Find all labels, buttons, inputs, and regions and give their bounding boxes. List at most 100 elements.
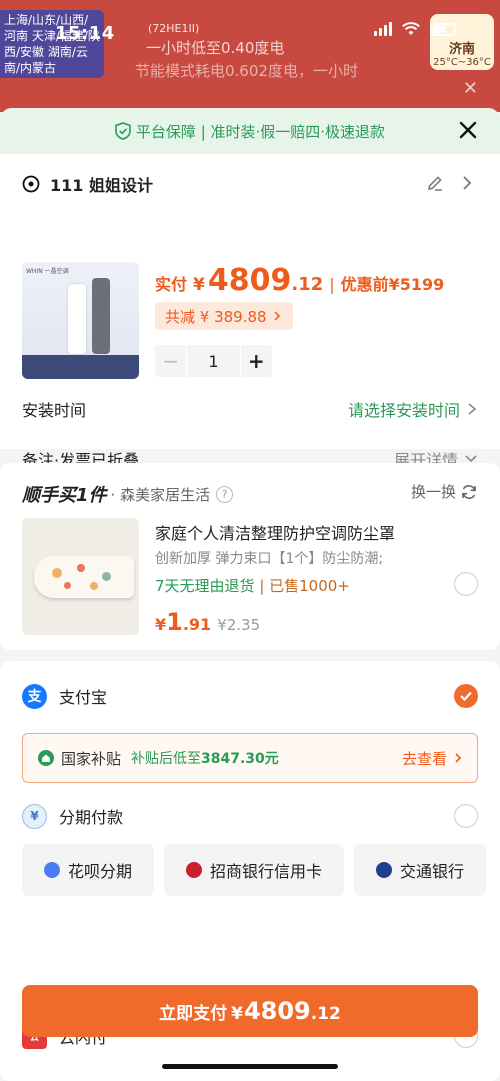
swap-button[interactable]: 换一换	[411, 481, 478, 502]
subsidy-desc-text: 补贴后低至	[131, 751, 202, 767]
installment-radio[interactable]	[454, 804, 478, 828]
promo-city: 济南	[448, 42, 475, 57]
addon-card: 顺手买1件 · 森美家居生活 ? 换一换 家庭个人清洁整理防护空调防尘罩 创新加…	[0, 463, 500, 650]
promo-regions: 上海/山东/山西/河南 天津/福建/陕西/安徽 湖南/云南/内蒙古	[0, 10, 104, 78]
install-time-label: 安装时间	[22, 401, 87, 420]
product-image-brand: WHIN 一晶空调	[26, 268, 69, 275]
chevron-right-icon	[468, 403, 477, 415]
national-subsidy-banner[interactable]: 国家补贴 补贴后低至3847.30元 去查看	[22, 733, 478, 783]
addon-price-decimal: .91	[182, 615, 212, 634]
pay-now-integer: 4809	[243, 997, 311, 1025]
increase-button[interactable]: +	[240, 345, 272, 377]
status-time: 15:14	[55, 23, 115, 44]
pay-now-decimal: .12	[310, 1004, 341, 1024]
pay-now-button[interactable]: 立即支付 ¥ 4809 .12	[22, 985, 478, 1037]
install-time-row[interactable]: 安装时间 请选择安装时间	[22, 397, 478, 421]
installment-chips: 花呗分期 招商银行信用卡 交通银行	[22, 844, 487, 896]
chevron-right-icon	[455, 753, 462, 763]
addon-price-integer: 1	[166, 608, 183, 636]
addon-item-tags: 7天无理由退货 | 已售1000+	[155, 575, 350, 596]
addon-price: ¥ 1 .91 ¥2.35	[155, 608, 260, 636]
shield-icon	[115, 122, 131, 140]
checkout-sheet: 平台保障 | 准时装·假一赔四·极速退款 111 姐姐设计 WHIN 一晶空调 …	[0, 108, 500, 1081]
saving-text: 共减 ¥ 389.88	[165, 307, 267, 326]
addon-title: 顺手买1件	[22, 485, 107, 506]
product-image-unit-gray	[92, 278, 110, 354]
alipay-radio-checked[interactable]	[454, 684, 478, 708]
dust-cover-shape	[34, 556, 134, 598]
pattern-dot	[52, 568, 62, 578]
promo-line1: 一小时低至0.40度电	[146, 39, 285, 57]
chip-cmb[interactable]: 招商银行信用卡	[164, 844, 345, 896]
promo-temp: 25°C~36°C	[433, 57, 491, 68]
pattern-dot	[102, 572, 111, 581]
chip-huabei-label: 花呗分期	[68, 862, 133, 881]
refresh-icon	[462, 484, 476, 499]
cmb-icon	[186, 862, 203, 878]
installment-icon: ¥	[22, 803, 47, 829]
subsidy-icon	[38, 750, 54, 766]
product-image[interactable]: WHIN 一晶空调	[22, 262, 139, 379]
home-indicator	[162, 1064, 338, 1069]
product-image-strip	[22, 355, 139, 379]
addon-price-currency: ¥	[155, 615, 167, 634]
price-integer: 4809	[207, 263, 292, 298]
addon-store: · 森美家居生活	[110, 485, 211, 504]
chevron-right-icon[interactable]	[460, 174, 474, 192]
addon-item-spec: 创新加厚 弹力束口【1个】防尘防潮;	[155, 551, 384, 567]
bocom-icon	[376, 862, 393, 878]
address-row[interactable]: 111 姐姐设计	[22, 172, 153, 196]
original-price: 优惠前¥5199	[340, 275, 445, 294]
promo-line2: 节能模式耗电0.602度电，一小时	[135, 62, 358, 80]
swap-label: 换一换	[410, 483, 456, 501]
address-name: 111 姐姐设计	[50, 176, 153, 195]
price-currency: ¥	[193, 275, 205, 295]
battery-icon	[430, 22, 456, 36]
subsidy-amount: 3847.30元	[201, 751, 279, 767]
saving-badge[interactable]: 共减 ¥ 389.88	[155, 302, 293, 330]
quantity-stepper: − 1 +	[155, 345, 272, 377]
product-image-unit-white	[68, 284, 86, 354]
location-pin-icon	[22, 175, 40, 193]
chip-bocom-label: 交通银行	[400, 862, 465, 881]
pattern-dot	[64, 582, 71, 589]
alipay-label: 支付宝	[59, 688, 108, 707]
alipay-icon: 支	[22, 683, 47, 709]
subsidy-desc: 补贴后低至3847.30元	[131, 748, 279, 768]
chip-cmb-label: 招商银行信用卡	[210, 862, 323, 881]
alipay-option[interactable]: 支 支付宝	[22, 683, 478, 709]
decrease-button[interactable]: −	[155, 345, 187, 377]
background-promo: 上海/山东/山西/河南 天津/福建/陕西/安徽 湖南/云南/内蒙古 (72HE1…	[0, 0, 500, 112]
signal-icon	[374, 22, 392, 36]
price-line: 实付 ¥ 4809 .12 | 优惠前¥5199	[155, 263, 444, 298]
help-icon[interactable]: ?	[216, 485, 234, 503]
order-card: 111 姐姐设计 WHIN 一晶空调 实付 ¥ 4809 .12 | 优惠前¥5…	[0, 154, 500, 470]
huabei-icon	[44, 862, 60, 878]
chevron-right-icon	[274, 311, 280, 321]
wifi-icon	[402, 22, 420, 35]
addon-item-title[interactable]: 家庭个人清洁整理防护空调防尘罩	[155, 520, 395, 544]
promo-model: (72HE1II)	[148, 22, 200, 35]
price-separator: |	[329, 275, 335, 294]
actual-pay-label: 实付	[155, 275, 188, 294]
check-icon	[460, 691, 472, 702]
addon-old-price: ¥2.35	[217, 616, 261, 634]
quantity-value[interactable]: 1	[187, 345, 240, 377]
sold-count: | 已售1000+	[259, 577, 350, 595]
pattern-dot	[90, 582, 98, 590]
installment-option[interactable]: ¥ 分期付款	[22, 803, 478, 829]
subsidy-title: 国家补贴	[61, 749, 122, 768]
price-decimal: .12	[291, 274, 324, 295]
close-icon[interactable]	[456, 118, 480, 142]
chip-huabei[interactable]: 花呗分期	[22, 844, 155, 896]
install-time-value: 请选择安装时间	[347, 401, 460, 420]
addon-select-radio[interactable]	[454, 572, 478, 596]
pattern-dot	[77, 564, 85, 572]
subsidy-view-link[interactable]: 去查看	[402, 748, 463, 769]
edit-icon[interactable]	[426, 174, 444, 192]
return-policy: 7天无理由退货	[155, 577, 260, 595]
pay-now-label: 立即支付	[159, 1004, 228, 1024]
installment-label: 分期付款	[59, 808, 124, 827]
chip-bocom[interactable]: 交通银行	[354, 844, 487, 896]
addon-product-image[interactable]	[22, 518, 139, 635]
